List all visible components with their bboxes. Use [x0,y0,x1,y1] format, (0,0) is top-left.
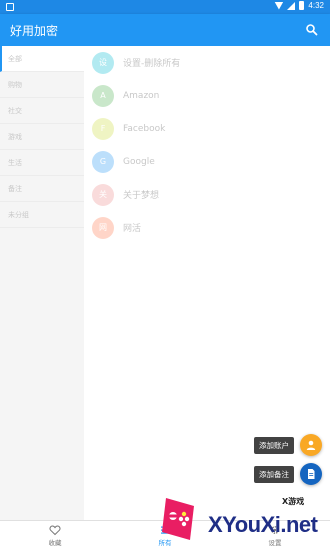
battery-icon [299,1,305,10]
avatar: G [92,150,114,173]
site-watermark: XYouXi.net X游戏 [150,488,330,550]
add-account-button[interactable] [300,434,322,456]
list-item[interactable]: 网 网活 [84,211,330,244]
avatar: F [92,117,114,140]
account-name: Google [123,156,155,167]
category-sidebar: 全部 购物 社交 游戏 生活 备注 未分组 [0,46,84,520]
sidebar-item-shopping[interactable]: 购物 [0,72,84,98]
add-note-button[interactable] [300,463,322,485]
add-note-label[interactable]: 添加备注 [254,465,294,483]
list-item[interactable]: A Amazon [84,79,330,112]
list-item[interactable]: 关 关于梦想 [84,178,330,211]
add-account-label[interactable]: 添加账户 [254,436,294,454]
avatar: 网 [92,216,114,239]
app-title: 好用加密 [10,24,59,38]
list-item[interactable]: G Google [84,145,330,178]
wifi-icon [274,1,284,10]
avatar: A [92,84,114,107]
status-bar: 4:32 [0,0,330,14]
notification-icon [6,3,14,11]
gamepad-logo-icon [162,498,194,540]
sidebar-item-all[interactable]: 全部 [0,46,84,72]
account-name: 设置-删除所有 [123,59,181,69]
status-time: 4:32 [308,1,324,10]
fab-add-note-row: 添加备注 [254,463,322,485]
list-item[interactable]: F Facebook [84,112,330,145]
search-icon [306,24,318,36]
account-name: 关于梦想 [123,191,160,201]
signal-icon [287,1,296,10]
app-bar: 好用加密 [0,14,330,46]
list-item[interactable]: 设 设置-删除所有 [84,46,330,79]
sidebar-item-ungrouped[interactable]: 未分组 [0,202,84,228]
watermark-text: XYouXi.net [208,512,318,537]
sidebar-item-social[interactable]: 社交 [0,98,84,124]
watermark-small-text: X游戏 [282,497,305,506]
fab-add-account-row: 添加账户 [254,434,322,456]
account-name: 网活 [123,224,142,234]
note-icon [308,469,315,479]
nav-favorites[interactable]: 收藏 [0,521,110,550]
heart-icon [49,525,61,536]
account-name: Amazon [123,90,160,101]
status-icons: 4:32 [274,1,324,10]
search-button[interactable] [302,20,322,40]
avatar: 关 [92,183,114,206]
person-icon [306,440,316,450]
sidebar-item-notes[interactable]: 备注 [0,176,84,202]
avatar: 设 [92,51,114,74]
nav-favorites-label: 收藏 [48,539,62,547]
sidebar-item-life[interactable]: 生活 [0,150,84,176]
sidebar-item-games[interactable]: 游戏 [0,124,84,150]
account-name: Facebook [123,123,166,134]
